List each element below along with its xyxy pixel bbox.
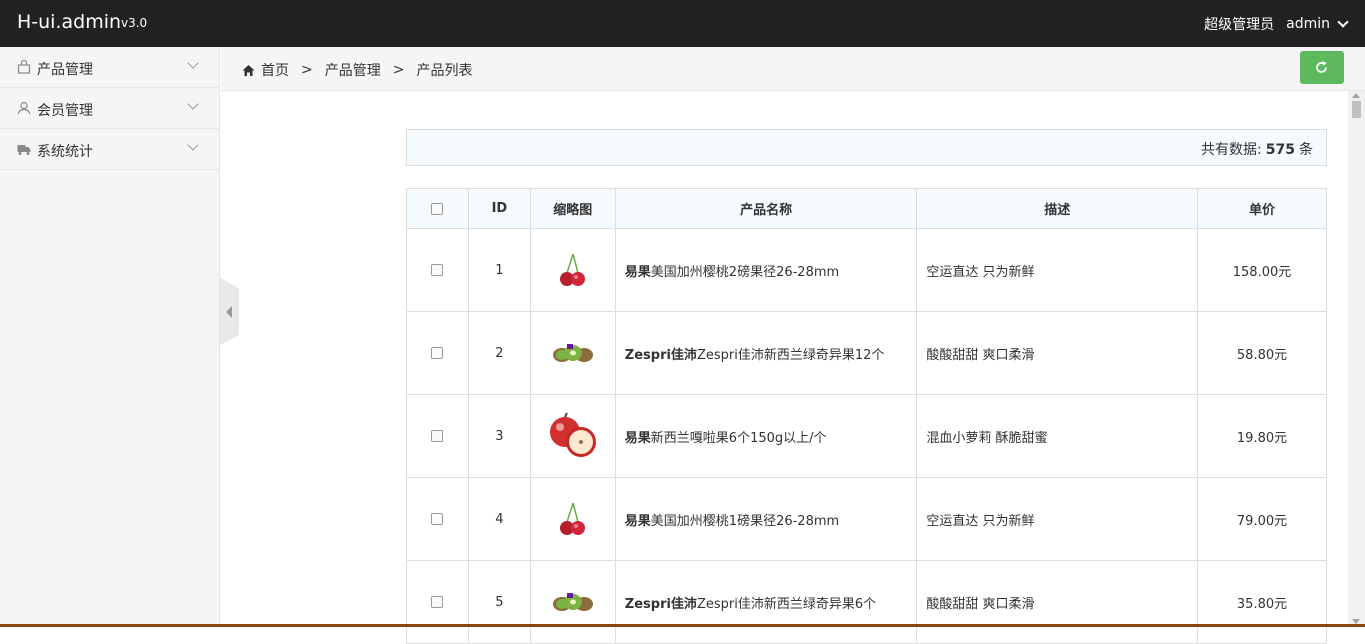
table-row[interactable]: 2 Zespri佳沛Zespri佳沛新西兰绿奇异果12个 酸酸甜甜 爽口柔滑 5… [406,311,1327,395]
cell-id: 1 [467,228,531,312]
sidebar: 产品管理 会员管理 系统统计 [0,47,220,627]
product-brand: Zespri佳沛 [624,347,697,363]
sidebar-collapse-handle[interactable] [220,278,239,345]
cell-desc: 空运直达 只为新鲜 [916,228,1199,312]
scrollbar-thumb[interactable] [1352,101,1361,118]
column-header-id: ID [467,188,531,229]
refresh-icon [1316,61,1327,73]
table-row[interactable]: 5 Zespri佳沛Zespri佳沛新西兰绿奇异果6个 酸酸甜甜 爽口柔滑 35… [406,560,1327,644]
version-label: v3.0 [121,16,148,30]
cell-price: 19.80元 [1197,394,1327,478]
truck-icon [17,145,31,155]
chevron-down-icon [187,98,199,110]
sidebar-item-label: 系统统计 [37,144,93,160]
product-name: 美国加州樱桃1磅果径26-28mm [650,513,840,529]
count-suffix: 条 [1299,142,1313,158]
cell-name[interactable]: 易果美国加州樱桃1磅果径26-28mm [614,477,918,561]
table-row[interactable]: 4 易果美国加州樱桃1磅果径26-28mm 空运直达 只为新鲜 79.00元 [406,477,1327,561]
kiwi-image[interactable] [552,590,594,614]
cell-price: 158.00元 [1197,228,1327,312]
apple-image[interactable] [548,412,598,460]
product-brand: 易果 [624,430,651,446]
table-header-row: ID 缩略图 产品名称 描述 单价 [406,188,1327,229]
refresh-button[interactable] [1300,51,1344,84]
vertical-scrollbar[interactable] [1348,91,1365,627]
sidebar-item-members[interactable]: 会员管理 [0,88,219,129]
cell-thumb[interactable] [529,477,616,561]
record-count: 共有数据: 575 条 [1201,139,1313,159]
product-brand: 易果 [624,264,651,280]
table-row[interactable]: 3 易果新西兰嘎啦果6个150g以上/个 混血小萝莉 酥脆甜蜜 19.80元 [406,394,1327,478]
cell-id: 2 [467,311,531,395]
product-name: Zespri佳沛新西兰绿奇异果6个 [696,596,877,612]
cell-price: 58.80元 [1197,311,1327,395]
breadcrumb-bar: 首页 > 产品管理 > 产品列表 [221,47,1365,91]
breadcrumb-home[interactable]: 首页 [261,60,289,80]
cherry-image[interactable] [556,499,590,539]
chevron-down-icon [187,139,199,151]
kiwi-image[interactable] [552,341,594,365]
cell-id: 5 [467,560,531,644]
column-header-price: 单价 [1197,188,1327,229]
row-checkbox[interactable] [431,264,444,276]
breadcrumb-separator: > [301,62,313,78]
cell-desc: 混血小萝莉 酥脆甜蜜 [916,394,1199,478]
product-brand: 易果 [624,513,651,529]
breadcrumb-level1[interactable]: 产品管理 [325,60,381,80]
username: admin [1286,16,1330,32]
breadcrumb-current: 产品列表 [416,63,473,79]
scroll-up-icon[interactable] [1352,93,1360,98]
cell-price: 35.80元 [1197,560,1327,644]
cell-desc: 酸酸甜甜 爽口柔滑 [916,311,1199,395]
cell-id: 3 [467,394,531,478]
cell-name[interactable]: Zespri佳沛Zespri佳沛新西兰绿奇异果12个 [614,311,918,395]
user-icon [17,101,31,115]
row-checkbox[interactable] [431,596,444,608]
product-name: Zespri佳沛新西兰绿奇异果12个 [696,347,885,363]
top-navbar: H-ui.admin v3.0 超级管理员 admin [0,0,1365,47]
select-all-cell [406,188,469,229]
cell-name[interactable]: 易果新西兰嘎啦果6个150g以上/个 [614,394,918,478]
select-all-checkbox[interactable] [431,202,444,215]
cell-thumb[interactable] [529,228,616,312]
sidebar-item-label: 产品管理 [37,62,93,78]
count-prefix: 共有数据: [1201,142,1262,158]
user-menu[interactable]: 超级管理员 admin [1204,14,1349,34]
bag-icon [17,60,31,74]
chevron-down-icon [1337,16,1349,28]
sidebar-item-products[interactable]: 产品管理 [0,47,219,88]
row-checkbox[interactable] [431,513,444,525]
sidebar-item-label: 会员管理 [37,103,93,119]
sidebar-item-statistics[interactable]: 系统统计 [0,129,219,170]
cell-id: 4 [467,477,531,561]
product-name: 美国加州樱桃2磅果径26-28mm [650,264,840,280]
data-count-bar: 共有数据: 575 条 [406,129,1327,166]
product-name: 新西兰嘎啦果6个150g以上/个 [650,430,827,446]
table-row[interactable]: 1 易果美国加州樱桃2磅果径26-28mm 空运直达 只为新鲜 158.00元 [406,228,1327,312]
app-logo[interactable]: H-ui.admin [17,11,121,33]
column-header-desc: 描述 [916,188,1199,229]
column-header-name: 产品名称 [614,188,918,229]
product-brand: Zespri佳沛 [624,596,697,612]
row-checkbox[interactable] [431,347,444,359]
chevron-down-icon [187,57,199,69]
cherry-image[interactable] [556,250,590,290]
cell-thumb[interactable] [529,560,616,644]
column-header-thumb: 缩略图 [529,188,616,229]
cell-desc: 酸酸甜甜 爽口柔滑 [916,560,1199,644]
cell-name[interactable]: 易果美国加州樱桃2磅果径26-28mm [614,228,918,312]
cell-name[interactable]: Zespri佳沛Zespri佳沛新西兰绿奇异果6个 [614,560,918,644]
cell-thumb[interactable] [529,394,616,478]
cell-desc: 空运直达 只为新鲜 [916,477,1199,561]
cell-thumb[interactable] [529,311,616,395]
breadcrumb-separator: > [392,62,405,78]
home-icon [242,64,255,76]
cell-price: 79.00元 [1197,477,1327,561]
product-table: ID 缩略图 产品名称 描述 单价 1 易果美国加州樱桃2磅果径26-28mm … [406,188,1327,644]
row-checkbox[interactable] [431,430,444,442]
breadcrumb: 首页 > 产品管理 > 产品列表 [242,60,472,80]
user-role: 超级管理员 [1204,17,1275,33]
count-value: 575 [1265,142,1295,158]
